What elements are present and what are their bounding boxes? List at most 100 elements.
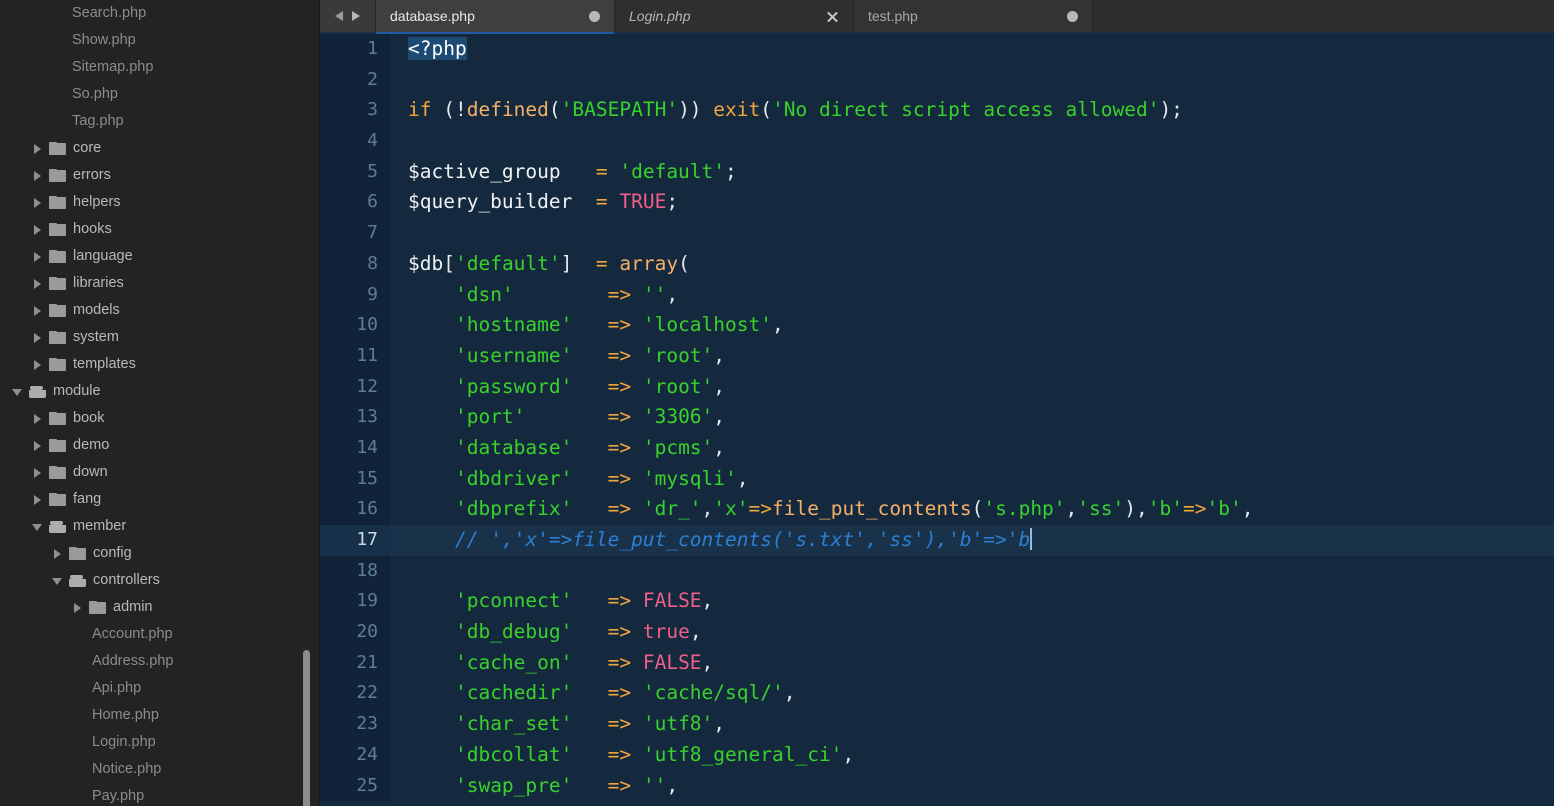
chevron-right-icon[interactable] [32, 494, 44, 506]
chevron-right-icon[interactable] [32, 359, 44, 371]
code-text[interactable]: 'db_debug' => true, [390, 617, 1554, 648]
tree-folder-libraries[interactable]: libraries [0, 270, 320, 297]
code-line[interactable]: 17 // ','x'=>file_put_contents('s.txt','… [320, 525, 1554, 556]
code-line[interactable]: 9 'dsn' => '', [320, 279, 1554, 311]
chevron-down-icon[interactable] [12, 386, 24, 398]
tab-test-php[interactable]: test.php [854, 0, 1093, 32]
tree-folder-hooks[interactable]: hooks [0, 216, 320, 243]
unsaved-dot-icon[interactable] [589, 10, 600, 22]
tree-folder-system[interactable]: system [0, 324, 320, 351]
tree-folder-member[interactable]: member [0, 513, 320, 540]
chevron-right-icon[interactable] [32, 440, 44, 452]
code-line[interactable]: 8 $db['default'] = array( [320, 248, 1554, 280]
code-text[interactable]: 'dbcollat' => 'utf8_general_ci', [390, 740, 1554, 771]
code-text[interactable]: if (!defined('BASEPATH')) exit('No direc… [390, 95, 1554, 126]
tree-file-tag-php[interactable]: Tag.php [0, 108, 320, 135]
sidebar-vertical-scrollbar[interactable] [303, 650, 310, 806]
code-line[interactable]: 23 'char_set' => 'utf8', [320, 709, 1554, 740]
code-line[interactable]: 21 'cache_on' => FALSE, [320, 647, 1554, 679]
code-text[interactable]: // ','x'=>file_put_contents('s.txt','ss'… [390, 525, 1554, 556]
tree-file-address-php[interactable]: Address.php [0, 648, 320, 675]
tree-folder-language[interactable]: language [0, 243, 320, 270]
tree-folder-down[interactable]: down [0, 459, 320, 486]
code-text[interactable]: <?php [390, 34, 1554, 65]
tree-folder-config[interactable]: config [0, 540, 320, 567]
previous-tab-arrow-icon[interactable] [335, 10, 345, 22]
code-text[interactable]: 'dsn' => '', [390, 280, 1554, 311]
chevron-right-icon[interactable] [32, 278, 44, 290]
code-text[interactable]: $db['default'] = array( [390, 249, 1554, 280]
tree-folder-book[interactable]: book [0, 405, 320, 432]
tree-folder-models[interactable]: models [0, 297, 320, 324]
code-text[interactable]: 'port' => '3306', [390, 402, 1554, 433]
code-text[interactable]: 'password' => 'root', [390, 372, 1554, 403]
tab-login-php[interactable]: Login.php [615, 0, 854, 32]
chevron-right-icon[interactable] [32, 251, 44, 263]
code-line[interactable]: 2 [320, 64, 1554, 96]
code-line[interactable]: 13 'port' => '3306', [320, 402, 1554, 433]
file-tree-sidebar[interactable]: Search.php Show.php Sitemap.php So.php Tag.p… [0, 0, 320, 806]
tree-folder-controllers[interactable]: controllers [0, 567, 320, 594]
code-text[interactable]: 'char_set' => 'utf8', [390, 709, 1554, 740]
tree-folder-fang[interactable]: fang [0, 486, 320, 513]
chevron-right-icon[interactable] [32, 467, 44, 479]
tree-file-search-php[interactable]: Search.php [0, 0, 320, 27]
chevron-right-icon[interactable] [32, 224, 44, 236]
code-editor[interactable]: 1 <?php 2 3 if (!defined('BASEPATH')) exit('… [320, 34, 1554, 806]
tree-file-notice-php[interactable]: Notice.php [0, 756, 320, 783]
chevron-right-icon[interactable] [32, 305, 44, 317]
next-tab-arrow-icon[interactable] [350, 10, 360, 22]
tree-folder-core[interactable]: core [0, 135, 320, 162]
code-text[interactable]: 'database' => 'pcms', [390, 433, 1554, 464]
tree-file-sitemap-php[interactable]: Sitemap.php [0, 54, 320, 81]
tree-folder-admin[interactable]: admin [0, 594, 320, 621]
code-line[interactable]: 11 'username' => 'root', [320, 340, 1554, 372]
tree-folder-helpers[interactable]: helpers [0, 189, 320, 216]
chevron-right-icon[interactable] [32, 170, 44, 182]
tree-file-login-php[interactable]: Login.php [0, 729, 320, 756]
chevron-right-icon[interactable] [32, 197, 44, 209]
code-line[interactable]: 10 'hostname' => 'localhost', [320, 310, 1554, 341]
code-text[interactable]: 'dbdriver' => 'mysqli', [390, 464, 1554, 495]
code-line[interactable]: 24 'dbcollat' => 'utf8_general_ci', [320, 739, 1554, 771]
chevron-right-icon[interactable] [32, 332, 44, 344]
code-text[interactable]: 'username' => 'root', [390, 341, 1554, 372]
code-text[interactable]: 'dbprefix' => 'dr_','x'=>file_put_conten… [390, 494, 1554, 525]
code-line[interactable]: 22 'cachedir' => 'cache/sql/', [320, 678, 1554, 710]
chevron-right-icon[interactable] [32, 413, 44, 425]
code-text[interactable]: 'cachedir' => 'cache/sql/', [390, 678, 1554, 709]
code-line[interactable]: 7 [320, 218, 1554, 249]
unsaved-dot-icon[interactable] [1067, 10, 1078, 22]
code-line[interactable]: 18 [320, 555, 1554, 587]
code-text[interactable]: $active_group = 'default'; [390, 157, 1554, 188]
tab-database-php[interactable]: database.php [376, 0, 615, 34]
tree-folder-demo[interactable]: demo [0, 432, 320, 459]
code-line[interactable]: 3 if (!defined('BASEPATH')) exit('No dire… [320, 95, 1554, 127]
code-text[interactable]: 'swap_pre' => '', [390, 771, 1554, 802]
code-line[interactable]: 20 'db_debug' => true, [320, 617, 1554, 648]
code-line[interactable]: 6 $query_builder = TRUE; [320, 187, 1554, 219]
code-line[interactable]: 19 'pconnect' => FALSE, [320, 586, 1554, 618]
code-line[interactable]: 25 'swap_pre' => '', [320, 770, 1554, 802]
chevron-down-icon[interactable] [32, 521, 44, 533]
tree-folder-errors[interactable]: errors [0, 162, 320, 189]
code-text[interactable]: $query_builder = TRUE; [390, 187, 1554, 218]
code-text[interactable]: 'pconnect' => FALSE, [390, 586, 1554, 617]
chevron-right-icon[interactable] [72, 602, 84, 614]
code-text[interactable]: 'cache_on' => FALSE, [390, 648, 1554, 679]
file-tree[interactable]: Search.php Show.php Sitemap.php So.php Tag.p… [0, 0, 320, 806]
code-text[interactable]: 'hostname' => 'localhost', [390, 310, 1554, 341]
tree-file-show-php[interactable]: Show.php [0, 27, 320, 54]
code-line[interactable]: 14 'database' => 'pcms', [320, 432, 1554, 464]
chevron-right-icon[interactable] [32, 143, 44, 155]
tab-nav-arrows[interactable] [320, 0, 376, 32]
tree-file-home-php[interactable]: Home.php [0, 702, 320, 729]
chevron-right-icon[interactable] [52, 548, 64, 560]
close-icon[interactable] [826, 10, 839, 23]
tree-file-api-php[interactable]: Api.php [0, 675, 320, 702]
code-line[interactable]: 15 'dbdriver' => 'mysqli', [320, 463, 1554, 495]
tree-file-account-php[interactable]: Account.php [0, 621, 320, 648]
tree-folder-module[interactable]: module [0, 378, 320, 405]
tree-file-so-php[interactable]: So.php [0, 81, 320, 108]
code-line[interactable]: 4 [320, 126, 1554, 157]
